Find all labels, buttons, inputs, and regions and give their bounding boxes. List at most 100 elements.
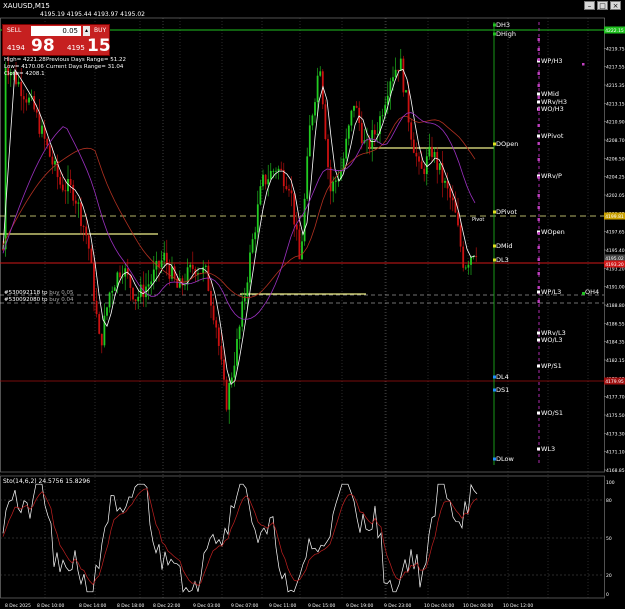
pivot-label: Pivot — [472, 217, 484, 223]
lot-up-icon[interactable]: ▴ — [83, 26, 90, 36]
info-close: Close= 4208.1 — [4, 71, 45, 77]
minimize-button[interactable]: – — [584, 1, 595, 10]
candle-body — [134, 299, 137, 302]
lot-size-input[interactable]: 0.05 — [31, 26, 81, 36]
price-axis-label: 4173.30 — [606, 431, 625, 437]
candle-body — [355, 105, 358, 108]
weekly-level-marker — [537, 331, 540, 335]
sell-button[interactable]: SELL — [7, 27, 21, 34]
order-2-suffix: buy 0.04 — [49, 297, 74, 303]
candle-body — [329, 167, 332, 192]
candle-body — [433, 152, 436, 158]
candle-body — [285, 186, 288, 190]
candle-body — [204, 265, 207, 268]
candle-body — [350, 110, 353, 126]
price-axis-label: 4191.00 — [606, 285, 625, 291]
candle-body — [358, 107, 361, 123]
time-axis-label: 9 Dec 07:00 — [231, 603, 259, 609]
weekly-dot — [537, 300, 540, 303]
candle-body — [293, 193, 296, 225]
price-axis-label: 4171.10 — [606, 450, 625, 456]
candle-body — [470, 257, 472, 265]
candle-body — [303, 198, 306, 242]
candle-body — [163, 252, 166, 261]
weekly-level-label: WP/L3 — [541, 288, 561, 296]
order-1-label[interactable]: #530092118 tp buy 0.05 — [4, 290, 73, 297]
close-button[interactable]: × — [610, 1, 621, 10]
weekly-dot — [537, 176, 540, 179]
price-chart[interactable]: 4222.15 4219.75 4217.55 4215.35 4213.15 4210.… — [0, 0, 625, 609]
candle-body — [119, 272, 121, 278]
candle-body — [103, 315, 106, 346]
weekly-dot — [537, 38, 540, 41]
candle-body — [428, 146, 431, 157]
weekly-dot — [537, 142, 540, 145]
candle-body — [438, 163, 441, 170]
weekly-dot — [537, 218, 540, 221]
candle-body — [267, 179, 270, 185]
candle-body — [28, 97, 30, 103]
maximize-button[interactable]: □ — [597, 1, 608, 10]
candle-body — [457, 212, 459, 226]
price-axis-label: 4177.70 — [606, 395, 625, 401]
daily-level-label: DS1 — [496, 386, 509, 394]
candle-body — [249, 252, 251, 283]
sell-price-small: 4194 — [7, 44, 25, 52]
candle-body — [251, 239, 254, 253]
candle-body — [334, 180, 337, 182]
candle-body — [90, 248, 93, 264]
time-axis-label: 10 Dec 08:00 — [463, 603, 493, 609]
info-curr-range: Current Days Range= 31.04 — [46, 64, 124, 70]
candle-body — [254, 232, 257, 240]
price-axis-label: 4219.75 — [606, 46, 625, 52]
candle-body — [87, 235, 90, 249]
weekly-level-label: WL3 — [541, 445, 555, 453]
candle-body — [152, 269, 155, 282]
candle-body — [347, 125, 350, 139]
oscillator-axis-label: 50 — [606, 536, 612, 542]
price-axis-label: 4186.55 — [606, 321, 625, 327]
candle-body — [98, 314, 101, 334]
price-axis-label: 4195.40 — [606, 248, 625, 254]
weekly-level-label: WP/H3 — [541, 57, 563, 65]
buy-price-small: 4195 — [67, 44, 85, 52]
weekly-dot — [582, 63, 585, 66]
time-axis-label: 8 Dec 2025 — [5, 603, 31, 609]
candle-body — [2, 249, 4, 250]
candle-body — [392, 77, 394, 82]
candle-body — [272, 170, 275, 172]
candle-body — [332, 181, 335, 192]
one-click-trading-panel: SELL ▾ 0.05 ▴ BUY 4194 98 4195 15 — [2, 24, 111, 56]
candle-body — [137, 296, 140, 302]
candle-body — [444, 180, 446, 183]
order-2-label[interactable]: #530092080 tp buy 0.04 — [4, 297, 73, 304]
daily-level-label: DOpen — [496, 140, 518, 148]
weekly-dot — [537, 258, 540, 261]
price-axis-label: 4184.35 — [606, 340, 625, 346]
price-axis-label: 4206.50 — [606, 156, 625, 162]
candle-body — [423, 168, 426, 175]
candle-body — [46, 138, 49, 146]
candle-body — [269, 170, 272, 180]
weekly-dot — [537, 124, 540, 127]
weekly-level-marker — [537, 100, 540, 104]
candle-body — [256, 204, 259, 233]
weekly-level-label: WP/S1 — [541, 362, 562, 370]
candle-body — [418, 156, 420, 162]
price-marker-low: 4179.95 — [605, 379, 624, 385]
candle-body — [381, 115, 384, 117]
price-axis-label: 4168.85 — [606, 468, 625, 474]
daily-level-label: DHigh — [496, 30, 516, 38]
weekly-level-label: WMid — [541, 90, 559, 98]
buy-button[interactable]: BUY — [94, 27, 106, 34]
buy-price-big[interactable]: 15 — [87, 36, 111, 56]
candle-body — [402, 58, 405, 93]
weekly-level-label: WRv/P — [541, 172, 562, 180]
candle-body — [48, 145, 51, 157]
candle-body — [220, 345, 223, 360]
candle-body — [129, 274, 132, 288]
sell-price-big[interactable]: 98 — [31, 36, 55, 56]
weekly-level-marker — [537, 92, 540, 96]
candle-body — [184, 284, 186, 286]
candle-body — [319, 71, 322, 76]
